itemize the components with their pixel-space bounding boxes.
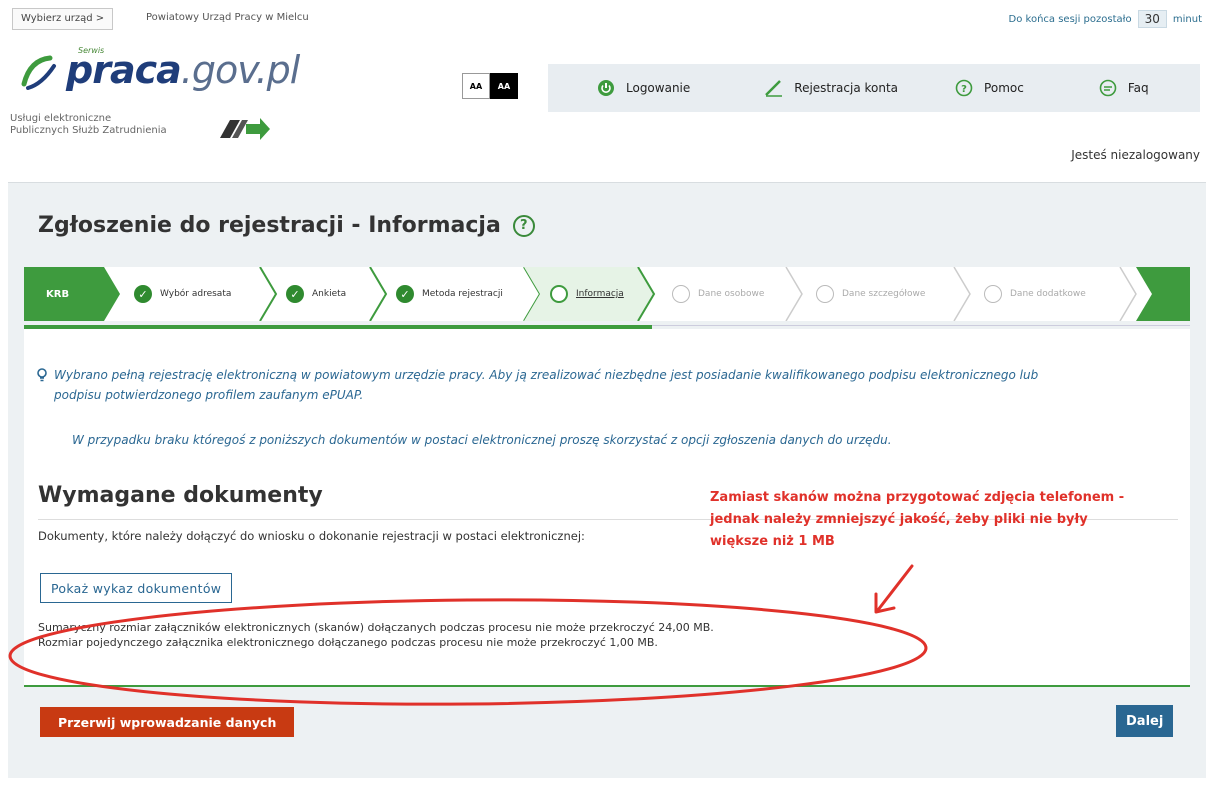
logo-text: praca.gov.pl <box>66 48 301 92</box>
pending-step-icon <box>672 285 690 303</box>
content-card: Wybrano pełną rejestrację elektroniczną … <box>24 329 1190 685</box>
contrast-switch: AA AA <box>462 73 518 99</box>
size-limit-total: Sumaryczny rozmiar załączników elektroni… <box>38 621 714 634</box>
services-line-1: Usługi elektroniczne <box>10 113 112 124</box>
session-prefix: Do końca sesji pozostało <box>1008 13 1132 25</box>
top-bar: Wybierz urząd > Powiatowy Urząd Pracy w … <box>0 0 1214 40</box>
pencil-icon <box>764 78 784 98</box>
bottom-divider <box>24 685 1190 687</box>
next-button[interactable]: Dalej <box>1116 705 1174 737</box>
site-logo[interactable]: Serwis praca.gov.pl <box>14 40 314 100</box>
session-suffix: minut <box>1172 13 1202 25</box>
main-panel: Zgłoszenie do rejestracji - Informacja ?… <box>8 182 1206 778</box>
session-minutes: 30 <box>1137 10 1167 28</box>
show-documents-button[interactable]: Pokaż wykaz dokumentów <box>40 573 233 603</box>
logo-tld: .gov.pl <box>180 48 301 92</box>
services-line-2: Publicznych Służb Zatrudnienia <box>10 125 167 136</box>
documents-title: Wymagane dokumenty <box>38 483 323 508</box>
step-informacja[interactable]: Informacja <box>550 267 624 321</box>
user-status: Jesteś niezalogowany <box>1071 148 1200 162</box>
logo-mark-icon <box>21 55 56 90</box>
contrast-high-button[interactable]: AA <box>490 73 518 99</box>
menu-faq-label: Faq <box>1127 81 1149 95</box>
annotation-line-1: Zamiast skanów można przygotować zdjęcia… <box>710 490 1125 505</box>
main-menu: Logowanie Rejestracja konta ? Pomoc Faq <box>548 64 1200 112</box>
menu-help-label: Pomoc <box>984 81 1024 95</box>
cancel-entry-button[interactable]: Przerwij wprowadzanie danych <box>40 707 295 737</box>
contrast-normal-button[interactable]: AA <box>462 73 490 99</box>
pending-step-icon <box>984 285 1002 303</box>
help-icon[interactable]: ? <box>512 214 535 237</box>
annotation-line-3: większe niż 1 MB <box>710 534 835 549</box>
info-text-2: W przypadku braku któregoś z poniższych … <box>72 433 892 447</box>
step-dane-szczegolowe: Dane szczegółowe <box>816 267 925 321</box>
menu-register[interactable]: Rejestracja konta <box>748 64 914 112</box>
page-title: Zgłoszenie do rejestracji - Informacja ? <box>38 213 535 238</box>
logo-brand: praca <box>66 48 182 92</box>
power-icon <box>596 78 616 98</box>
current-step-icon <box>550 285 568 303</box>
step-metoda-rejestracji[interactable]: ✓ Metoda rejestracji <box>396 267 503 321</box>
question-icon: ? <box>954 78 974 98</box>
annotation-note: Zamiast skanów można przygotować zdjęcia… <box>710 487 1180 553</box>
wizard-steps: KRB ✓ Wybór adresata ✓ Ankieta ✓ Metoda … <box>24 267 1190 321</box>
services-logo-icon <box>220 118 270 140</box>
info-message: Wybrano pełną rejestrację elektroniczną … <box>37 365 1074 405</box>
session-timer: Do końca sesji pozostało 30 minut <box>1009 8 1202 30</box>
lightbulb-icon <box>37 368 47 382</box>
services-caption: Usługi elektroniczne Publicznych Służb Z… <box>10 113 167 137</box>
step-label: Metoda rejestracji <box>422 289 503 299</box>
check-icon: ✓ <box>286 285 304 303</box>
documents-description: Dokumenty, które należy dołączyć do wnio… <box>38 529 585 543</box>
steps-start-label: KRB <box>46 288 70 300</box>
menu-login-label: Logowanie <box>626 81 691 95</box>
menu-register-label: Rejestracja konta <box>794 81 899 95</box>
menu-help[interactable]: ? Pomoc <box>938 64 1040 112</box>
menu-faq[interactable]: Faq <box>1082 64 1165 112</box>
step-ankieta[interactable]: ✓ Ankieta <box>286 267 346 321</box>
menu-login[interactable]: Logowanie <box>580 64 706 112</box>
step-wybor-adresata[interactable]: ✓ Wybór adresata <box>134 267 231 321</box>
pending-step-icon <box>816 285 834 303</box>
check-icon: ✓ <box>134 285 152 303</box>
step-label: Informacja <box>576 289 624 299</box>
office-select-button[interactable]: Wybierz urząd > <box>12 8 114 30</box>
chat-icon <box>1098 78 1118 98</box>
step-label: Wybór adresata <box>160 289 232 299</box>
size-limit-single: Rozmiar pojedynczego załącznika elektron… <box>38 636 658 649</box>
office-name: Powiatowy Urząd Pracy w Mielcu <box>146 12 309 23</box>
step-label: Dane dodatkowe <box>1010 289 1086 299</box>
check-icon: ✓ <box>396 285 414 303</box>
step-label: Dane osobowe <box>698 289 765 299</box>
step-label: Dane szczegółowe <box>842 289 926 299</box>
page-title-text: Zgłoszenie do rejestracji - Informacja <box>38 213 501 238</box>
step-label: Ankieta <box>312 289 347 299</box>
step-dane-osobowe: Dane osobowe <box>672 267 764 321</box>
info-text-1: Wybrano pełną rejestrację elektroniczną … <box>54 368 1039 402</box>
svg-text:?: ? <box>961 84 967 95</box>
step-dane-dodatkowe: Dane dodatkowe <box>984 267 1086 321</box>
annotation-line-2: jednak należy zmniejszyć jakość, żeby pl… <box>710 512 1088 527</box>
